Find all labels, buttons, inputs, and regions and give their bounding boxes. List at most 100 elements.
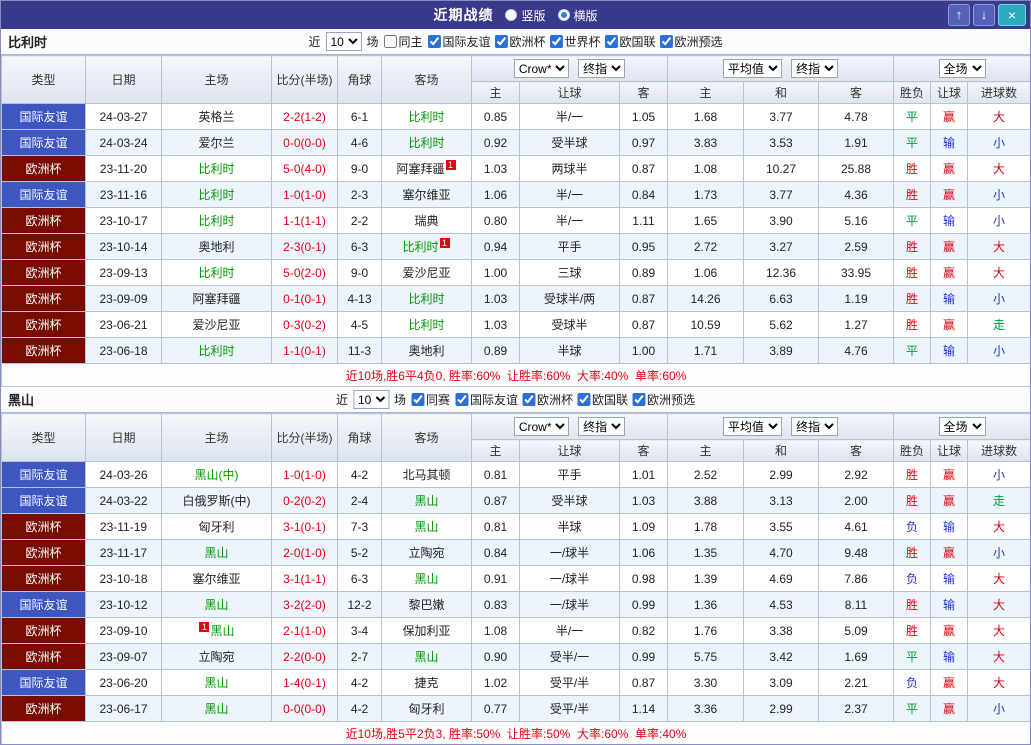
recent-count-select[interactable]: 10: [352, 390, 389, 409]
home-team[interactable]: 立陶宛: [161, 643, 272, 670]
avg-odds-away: 33.95: [817, 259, 895, 286]
home-team[interactable]: 英格兰: [161, 103, 272, 130]
close-button[interactable]: ×: [998, 4, 1026, 26]
result-handicap: 输: [930, 285, 969, 312]
filter-competition[interactable]: 欧洲预选: [632, 391, 695, 408]
home-team[interactable]: 爱尔兰: [161, 129, 272, 156]
odds-stage-select[interactable]: 终指: [578, 417, 626, 436]
filter-competition[interactable]: 国际友谊: [454, 391, 518, 408]
home-team[interactable]: 黑山: [161, 669, 272, 696]
sub-home: 主: [471, 81, 520, 104]
competition-checkbox[interactable]: [494, 35, 508, 48]
fulltime-select[interactable]: 全场: [938, 59, 986, 78]
scroll-up-button[interactable]: ↑: [948, 4, 970, 26]
filter-competition[interactable]: 欧国联: [577, 391, 628, 408]
bookmaker-select[interactable]: Crow*: [513, 417, 569, 436]
radio-dot[interactable]: [557, 9, 570, 21]
home-team[interactable]: 比利时: [161, 259, 272, 286]
same-checkbox[interactable]: [383, 35, 397, 48]
away-team[interactable]: 比利时: [381, 311, 472, 338]
result-handicap: 输: [930, 591, 969, 618]
home-team[interactable]: 比利时: [161, 337, 272, 364]
handicap-line: 半/一: [519, 103, 620, 130]
away-team[interactable]: 比利时 1: [381, 233, 472, 260]
away-team[interactable]: 北马其顿: [381, 461, 472, 488]
home-team[interactable]: 阿塞拜疆: [161, 285, 272, 312]
avg-odds-away: 2.59: [817, 233, 895, 260]
away-team[interactable]: 黑山: [381, 487, 472, 514]
corner-score: 2-7: [337, 643, 382, 670]
avg-stage-select[interactable]: 终指: [791, 417, 839, 436]
away-team[interactable]: 黎巴嫩: [381, 591, 472, 618]
home-team[interactable]: 黑山: [161, 591, 272, 618]
away-team[interactable]: 黑山: [381, 643, 472, 670]
home-team[interactable]: 黑山(中): [161, 461, 272, 488]
average-select[interactable]: 平均值: [722, 417, 782, 436]
fulltime-select[interactable]: 全场: [938, 417, 986, 436]
away-team[interactable]: 比利时: [381, 129, 472, 156]
filter-competition[interactable]: 欧国联: [604, 33, 656, 50]
away-team[interactable]: 匈牙利: [381, 695, 472, 722]
away-team[interactable]: 黑山: [381, 565, 472, 592]
radio-dot[interactable]: [505, 9, 518, 21]
home-team[interactable]: 塞尔维亚: [161, 565, 272, 592]
home-team[interactable]: 1 黑山: [161, 617, 272, 644]
average-select[interactable]: 平均值: [722, 59, 782, 78]
away-team[interactable]: 黑山: [381, 513, 472, 540]
home-team[interactable]: 匈牙利: [161, 513, 272, 540]
same-checkbox[interactable]: [410, 393, 424, 406]
match-row: 欧洲杯 23-11-17 黑山 2-0(1-0) 5-2 立陶宛 0.84 一/…: [1, 539, 1030, 566]
avg-stage-select[interactable]: 终指: [791, 59, 839, 78]
away-team[interactable]: 阿塞拜疆 1: [381, 155, 472, 182]
away-team[interactable]: 瑞典: [381, 207, 472, 234]
away-team[interactable]: 立陶宛: [381, 539, 472, 566]
filter-competition[interactable]: 世界杯: [549, 33, 601, 50]
away-team[interactable]: 保加利亚: [381, 617, 472, 644]
home-team[interactable]: 白俄罗斯(中): [161, 487, 272, 514]
away-team[interactable]: 捷克: [381, 669, 472, 696]
home-team[interactable]: 比利时: [161, 155, 272, 182]
away-team[interactable]: 塞尔维亚: [381, 181, 472, 208]
competition-checkbox[interactable]: [659, 35, 673, 48]
filter-same-competition[interactable]: 同赛: [410, 391, 450, 408]
bookmaker-group: Crow* 终指: [471, 55, 668, 82]
col-home: 主场: [161, 55, 272, 104]
odds-home: 0.89: [471, 337, 520, 364]
home-team[interactable]: 比利时: [161, 181, 272, 208]
competition-checkbox[interactable]: [522, 393, 536, 406]
recent-count-select[interactable]: 10: [325, 32, 362, 51]
home-team[interactable]: 奥地利: [161, 233, 272, 260]
competition-checkbox[interactable]: [454, 393, 468, 406]
filter-competition[interactable]: 欧洲杯: [494, 33, 546, 50]
home-team[interactable]: 爱沙尼亚: [161, 311, 272, 338]
radio-vertical-layout[interactable]: 竖版: [505, 7, 546, 24]
page-title: 近期战绩: [433, 7, 494, 23]
sub-handicap: 让球: [519, 81, 620, 104]
result-handicap: 输: [930, 207, 969, 234]
handicap-line: 受半球: [519, 487, 620, 514]
bookmaker-select[interactable]: Crow*: [513, 59, 569, 78]
away-team[interactable]: 爱沙尼亚: [381, 259, 472, 286]
scroll-down-button[interactable]: ↓: [973, 4, 995, 26]
home-team[interactable]: 黑山: [161, 539, 272, 566]
filter-competition[interactable]: 国际友谊: [427, 33, 491, 50]
competition-checkbox[interactable]: [549, 35, 563, 48]
filter-competition[interactable]: 欧洲预选: [659, 33, 723, 50]
filter-same-home[interactable]: 同主: [383, 33, 422, 50]
red-card-badge: 1: [199, 622, 210, 632]
away-team[interactable]: 奥地利: [381, 337, 472, 364]
away-team[interactable]: 比利时: [381, 285, 472, 312]
odds-home: 0.83: [471, 591, 520, 618]
result-goals: 大: [967, 643, 1030, 670]
result-goals: 大: [967, 565, 1030, 592]
filter-competition[interactable]: 欧洲杯: [522, 391, 573, 408]
competition-checkbox[interactable]: [632, 393, 646, 406]
home-team[interactable]: 比利时: [161, 207, 272, 234]
competition-checkbox[interactable]: [604, 35, 618, 48]
competition-checkbox[interactable]: [577, 393, 591, 406]
odds-stage-select[interactable]: 终指: [578, 59, 626, 78]
home-team[interactable]: 黑山: [161, 695, 272, 722]
away-team[interactable]: 比利时: [381, 103, 472, 130]
radio-horizontal-layout[interactable]: 横版: [557, 7, 598, 24]
competition-checkbox[interactable]: [427, 35, 441, 48]
